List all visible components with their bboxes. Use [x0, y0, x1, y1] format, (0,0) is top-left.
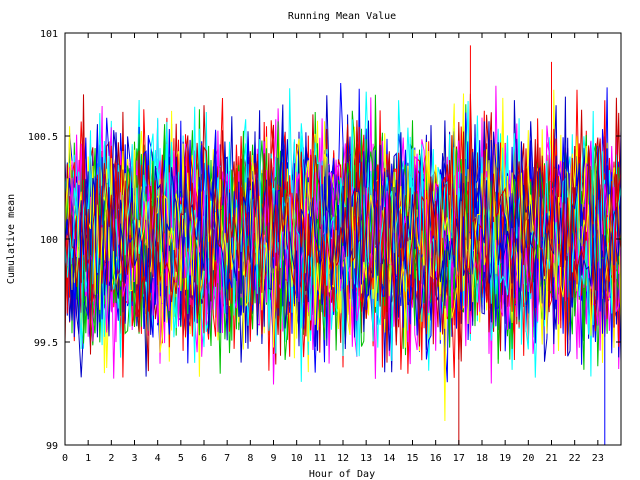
x-tick-label: 18	[476, 453, 488, 464]
x-tick-label: 1	[85, 453, 91, 464]
y-axis-label: Cumulative mean	[6, 194, 17, 284]
x-tick-label: 23	[592, 453, 604, 464]
x-tick-label: 12	[337, 453, 349, 464]
x-tick-label: 4	[155, 453, 161, 464]
x-tick-label: 15	[406, 453, 418, 464]
y-tick-label: 99.5	[34, 338, 58, 349]
x-tick-label: 7	[224, 453, 230, 464]
chart-svg: Running Mean Value 0 1 2 3 4 5 6 7 8 9 10 11 12 13 14 1…	[6, 11, 622, 480]
x-tick-label: 9	[270, 453, 276, 464]
y-tick-label: 100	[40, 235, 58, 246]
x-tick-label: 6	[201, 453, 207, 464]
x-tick-label: 14	[383, 453, 395, 464]
x-tick-label: 19	[499, 453, 511, 464]
x-tick-label: 3	[131, 453, 137, 464]
series-layer	[64, 45, 622, 445]
x-tick-label: 17	[453, 453, 465, 464]
x-axis-label: Hour of Day	[309, 469, 375, 480]
chart-title: Running Mean Value	[288, 11, 396, 22]
x-tick-label: 16	[430, 453, 442, 464]
x-tick-label: 21	[545, 453, 557, 464]
x-tick-label: 2	[108, 453, 114, 464]
x-tick-label: 5	[178, 453, 184, 464]
x-tick-label: 10	[291, 453, 303, 464]
x-tick-label: 22	[569, 453, 581, 464]
y-tick-label: 99	[46, 441, 58, 452]
y-tick-label: 100.5	[28, 132, 58, 143]
x-tick-label: 20	[522, 453, 534, 464]
x-tick-label: 0	[62, 453, 68, 464]
chart: Running Mean Value 0 1 2 3 4 5 6 7 8 9 10 11 12 13 14 1…	[0, 0, 640, 480]
y-tick-label: 101	[40, 29, 58, 40]
x-tick-label: 8	[247, 453, 253, 464]
x-tick-label: 13	[360, 453, 372, 464]
x-tick-label: 11	[314, 453, 326, 464]
